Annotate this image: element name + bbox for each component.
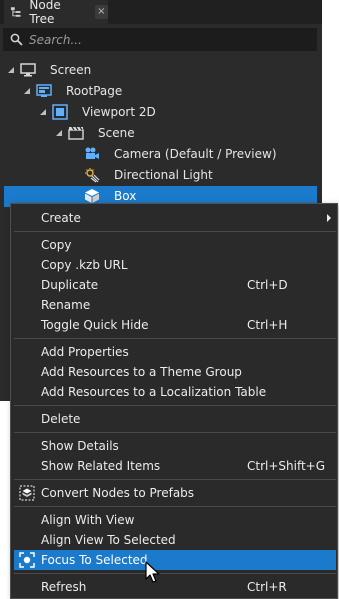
screen-icon bbox=[20, 63, 36, 77]
prefab-icon bbox=[19, 485, 35, 501]
tree-node-rootpage[interactable]: RootPage bbox=[0, 81, 322, 102]
menu-item-shortcut: Ctrl+Shift+G bbox=[247, 459, 326, 473]
tree-node-screen[interactable]: Screen bbox=[0, 60, 322, 81]
camera-icon bbox=[85, 147, 99, 159]
menu-item-align-with-view[interactable]: Align With View bbox=[14, 510, 336, 530]
node-tree-icon bbox=[10, 7, 21, 17]
menu-item-label: Copy bbox=[41, 238, 72, 252]
box-icon bbox=[85, 189, 99, 203]
menu-separator bbox=[14, 573, 336, 574]
tab-title: Node Tree bbox=[29, 0, 61, 26]
tree-node-viewport-2d[interactable]: Viewport 2D bbox=[0, 102, 322, 123]
menu-item-copy[interactable]: Copy bbox=[14, 235, 336, 255]
menu-item-refresh[interactable]: Refresh Ctrl+R bbox=[14, 577, 336, 597]
light-icon bbox=[85, 168, 100, 183]
context-menu: Create Copy Copy .kzb URL Duplicate Ctrl… bbox=[10, 203, 338, 599]
search-bar bbox=[3, 28, 317, 51]
menu-item-label: Focus To Selected bbox=[41, 553, 148, 567]
scene-icon bbox=[68, 126, 84, 140]
menu-separator bbox=[14, 479, 336, 480]
collapse-arrow-icon[interactable] bbox=[23, 87, 31, 95]
search-input[interactable] bbox=[29, 32, 317, 47]
tree-node-label: Screen bbox=[50, 63, 92, 77]
search-icon bbox=[10, 33, 23, 46]
tree-node-label: Directional Light bbox=[114, 168, 213, 182]
tab-node-tree[interactable]: Node Tree × bbox=[4, 0, 108, 26]
menu-item-label: Toggle Quick Hide bbox=[41, 318, 149, 332]
menu-item-shortcut: Ctrl+D bbox=[247, 278, 288, 292]
menu-item-label: Convert Nodes to Prefabs bbox=[41, 486, 195, 500]
menu-item-convert-nodes-to-prefabs[interactable]: Convert Nodes to Prefabs bbox=[14, 483, 336, 503]
focus-icon bbox=[19, 552, 35, 568]
menu-item-shortcut: Ctrl+R bbox=[247, 580, 287, 594]
collapse-arrow-icon[interactable] bbox=[55, 129, 63, 137]
menu-item-label: Delete bbox=[41, 412, 81, 426]
menu-separator bbox=[14, 506, 336, 507]
menu-item-label: Show Details bbox=[41, 439, 119, 453]
menu-item-label: Duplicate bbox=[41, 278, 99, 292]
tree-node-label: RootPage bbox=[66, 84, 123, 98]
menu-item-label: Copy .kzb URL bbox=[41, 258, 128, 272]
viewport-icon bbox=[52, 104, 68, 120]
page-icon bbox=[36, 84, 52, 97]
menu-item-rename[interactable]: Rename bbox=[14, 295, 336, 315]
menu-item-label: Show Related Items bbox=[41, 459, 161, 473]
menu-item-show-related-items[interactable]: Show Related Items Ctrl+Shift+G bbox=[14, 456, 336, 476]
menu-item-label: Create bbox=[41, 211, 81, 225]
menu-item-label: Add Resources to a Theme Group bbox=[41, 365, 242, 379]
menu-item-label: Add Resources to a Localization Table bbox=[41, 385, 267, 399]
menu-item-label: Add Properties bbox=[41, 345, 129, 359]
tab-bar: Node Tree × bbox=[0, 0, 322, 26]
menu-item-toggle-quick-hide[interactable]: Toggle Quick Hide Ctrl+H bbox=[14, 315, 336, 335]
menu-item-align-view-to-selected[interactable]: Align View To Selected bbox=[14, 530, 336, 550]
menu-separator bbox=[14, 432, 336, 433]
tree-node-label: Camera (Default / Preview) bbox=[114, 147, 277, 161]
tree-node-camera[interactable]: Camera (Default / Preview) bbox=[0, 144, 322, 165]
menu-item-show-details[interactable]: Show Details bbox=[14, 436, 336, 456]
menu-item-create[interactable]: Create bbox=[14, 208, 336, 228]
submenu-arrow-icon bbox=[327, 214, 331, 222]
menu-item-focus-to-selected[interactable]: Focus To Selected bbox=[14, 550, 336, 570]
menu-item-label: Align With View bbox=[41, 513, 135, 527]
menu-item-label: Refresh bbox=[41, 580, 87, 594]
menu-item-label: Rename bbox=[41, 298, 91, 312]
menu-separator bbox=[14, 338, 336, 339]
menu-separator bbox=[14, 231, 336, 232]
menu-item-label: Align View To Selected bbox=[41, 533, 176, 547]
menu-item-delete[interactable]: Delete bbox=[14, 409, 336, 429]
tree-node-directional-light[interactable]: Directional Light bbox=[0, 165, 322, 186]
menu-item-add-resources-theme-group[interactable]: Add Resources to a Theme Group bbox=[14, 362, 336, 382]
tree-node-scene[interactable]: Scene bbox=[0, 123, 322, 144]
tree-node-label: Scene bbox=[98, 126, 135, 140]
collapse-arrow-icon[interactable] bbox=[39, 108, 47, 116]
tree-node-label: Viewport 2D bbox=[82, 105, 156, 119]
menu-item-shortcut: Ctrl+H bbox=[247, 318, 288, 332]
menu-separator bbox=[14, 405, 336, 406]
tree-node-label: Box bbox=[114, 189, 137, 203]
menu-item-add-properties[interactable]: Add Properties bbox=[14, 342, 336, 362]
mouse-cursor-icon bbox=[145, 561, 160, 583]
tab-close-icon[interactable]: × bbox=[94, 5, 108, 19]
menu-item-copy-kzb-url[interactable]: Copy .kzb URL bbox=[14, 255, 336, 275]
menu-item-add-resources-localization-table[interactable]: Add Resources to a Localization Table bbox=[14, 382, 336, 402]
menu-item-duplicate[interactable]: Duplicate Ctrl+D bbox=[14, 275, 336, 295]
collapse-arrow-icon[interactable] bbox=[7, 66, 15, 74]
